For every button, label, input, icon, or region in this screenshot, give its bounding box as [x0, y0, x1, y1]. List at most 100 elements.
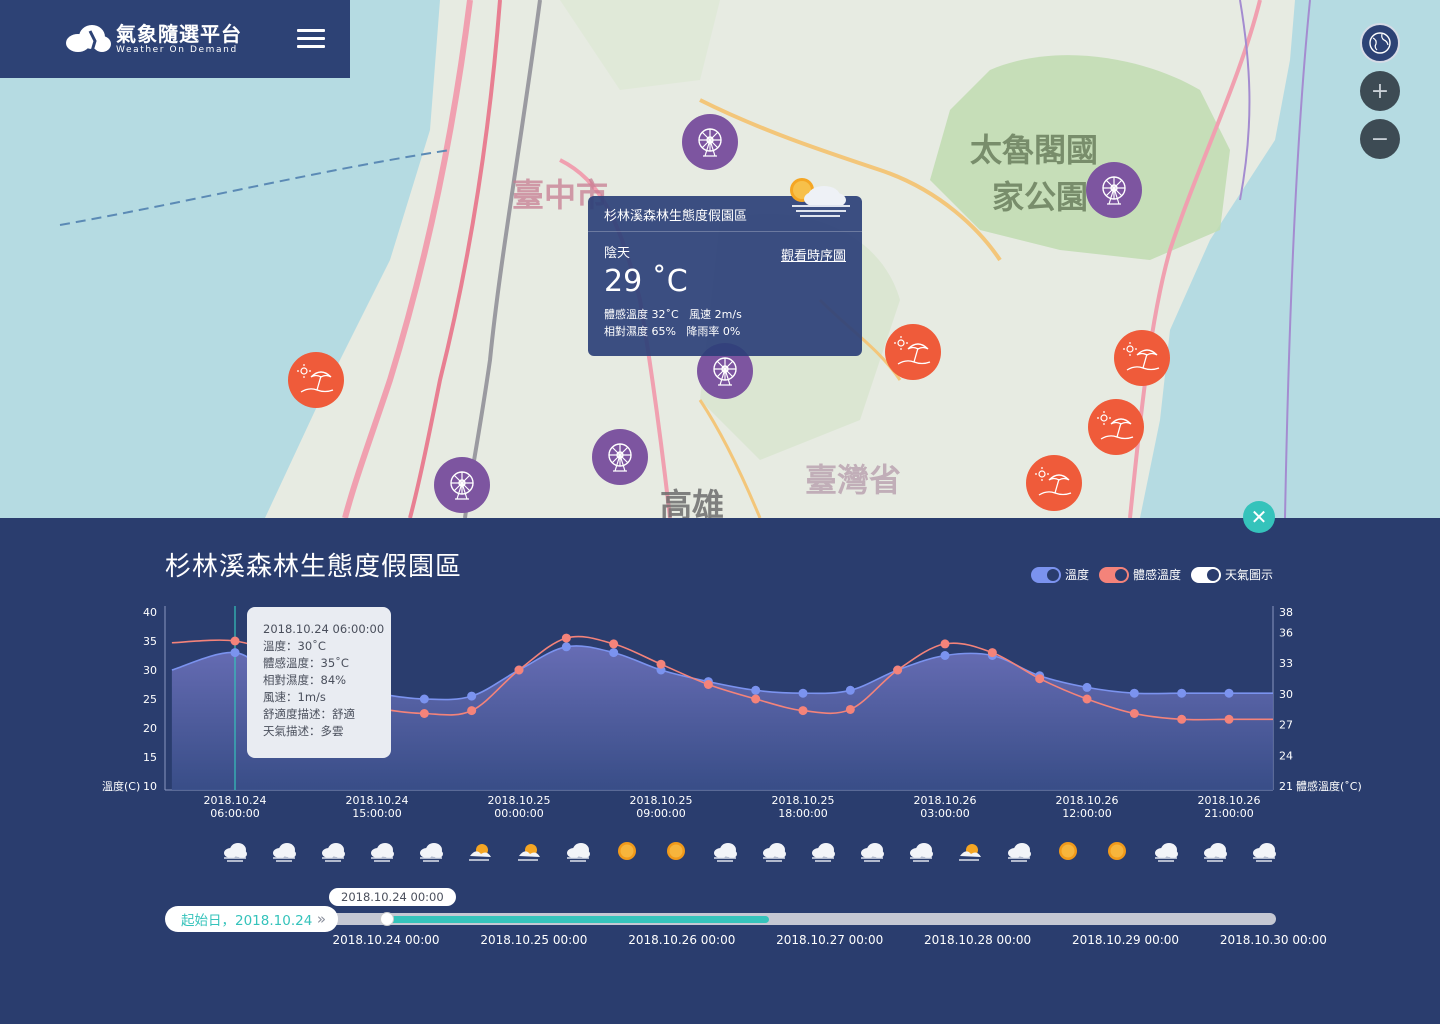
feel-temperature-point — [1129, 709, 1139, 718]
chart-tooltip: 2018.10.24 06:00:00 溫度：30˚C 體感溫度：35˚C 相對… — [247, 607, 391, 758]
sunny-icon — [1055, 840, 1081, 862]
temperature-point — [467, 691, 477, 701]
x-tick-label: 2018.10.25 — [772, 794, 835, 807]
beach-marker[interactable] — [1026, 455, 1082, 511]
partly-cloudy-icon — [790, 178, 850, 217]
timeline-tick-label: 2018.10.30 00:00 — [1219, 933, 1327, 947]
feel-temperature-point — [987, 648, 997, 658]
y-tick-label: 35 — [143, 635, 157, 648]
temperature-point — [1082, 682, 1092, 692]
y2-tick-label: 27 — [1279, 719, 1293, 732]
beach-marker[interactable] — [885, 324, 941, 380]
beach-marker[interactable] — [1114, 330, 1170, 386]
timeline-thumb[interactable] — [380, 912, 394, 926]
x-tick-label: 03:00:00 — [920, 807, 969, 820]
feel-temperature-point — [1035, 674, 1045, 684]
zoom-in-button[interactable]: + — [1360, 71, 1400, 111]
sunny-icon — [663, 840, 689, 862]
x-tick-label: 09:00:00 — [636, 807, 685, 820]
timeline-tick-label: 2018.10.29 00:00 — [1071, 933, 1180, 947]
hamburger-menu-icon[interactable] — [297, 26, 325, 52]
start-date-label: 起始日，2018.10.24 — [181, 913, 313, 929]
timeline-tick-label: 2018.10.25 00:00 — [480, 933, 588, 947]
park-marker[interactable] — [682, 114, 738, 170]
temperature-point — [1129, 688, 1139, 698]
tooltip-humidity: 相對濕度：84% — [263, 673, 347, 687]
feel-temperature-point — [230, 636, 240, 646]
partly-cloudy-icon — [467, 840, 493, 862]
feel-temperature-point — [751, 694, 761, 704]
x-tick-label: 2018.10.26 — [914, 794, 977, 807]
map-view[interactable]: 臺中市 太魯閣國 家公園 臺灣省 高雄 杉林溪森林生態度假園區 陰天 觀看時序圖… — [0, 0, 1440, 518]
view-timeseries-link[interactable]: 觀看時序圖 — [781, 245, 846, 264]
ferris-wheel-icon — [698, 128, 722, 157]
cloudy-icon — [1202, 840, 1228, 862]
beach-umbrella-icon — [894, 336, 931, 365]
cloudy-icon — [320, 840, 346, 862]
beach-umbrella-icon — [1035, 467, 1072, 496]
ferris-wheel-icon — [450, 471, 474, 500]
close-panel-button[interactable]: ✕ — [1243, 501, 1275, 533]
cloudy-icon — [1153, 840, 1179, 862]
feel-temperature-point — [419, 709, 429, 718]
partly-cloudy-icon — [516, 840, 542, 862]
beach-umbrella-icon — [1123, 342, 1160, 371]
sunny-icon — [1104, 840, 1130, 862]
map-label-park: 太魯閣國 — [970, 131, 1099, 169]
cloudy-icon — [712, 840, 738, 862]
sunny-icon — [614, 840, 640, 862]
tooltip-feel-temperature: 體感溫度：35˚C — [263, 656, 349, 670]
park-marker[interactable] — [592, 429, 648, 485]
timeline-tick-label: 2018.10.28 00:00 — [924, 933, 1032, 947]
y-tick-label: 20 — [143, 722, 157, 735]
feel-temperature-point — [1224, 714, 1234, 724]
park-marker[interactable] — [1086, 162, 1142, 218]
beach-umbrella-icon — [1097, 411, 1134, 440]
x-tick-label: 2018.10.24 — [346, 794, 409, 807]
x-tick-label: 00:00:00 — [494, 807, 543, 820]
brand-header: 氣象隨選平台 Weather On Demand — [0, 0, 350, 78]
popup-condition: 陰天 — [604, 246, 631, 261]
park-marker[interactable] — [434, 457, 490, 513]
cloudy-icon — [271, 840, 297, 862]
cloudy-icon — [810, 840, 836, 862]
cloudy-icon — [1006, 840, 1032, 862]
ferris-wheel-icon — [1102, 176, 1126, 205]
globe-icon[interactable] — [1360, 23, 1400, 63]
brand-subtitle: Weather On Demand — [116, 44, 238, 55]
cloudy-icon — [418, 840, 444, 862]
location-popup: 杉林溪森林生態度假園區 陰天 觀看時序圖 29 ˚C 體感溫度 32˚C 風速 … — [588, 178, 862, 356]
cloudy-icon — [369, 840, 395, 862]
y2-tick-label: 24 — [1279, 749, 1293, 762]
double-chevron-right-icon: » — [316, 910, 326, 928]
cloudy-icon — [761, 840, 787, 862]
weather-icon-row — [0, 836, 1440, 866]
y-tick-label: 15 — [143, 751, 157, 764]
temperature-point — [230, 648, 240, 658]
temperature-chart[interactable]: 10 15 20 25 30 35 40 溫度(C) 21 24 27 30 33 36 38 體感溫度(˚C… — [0, 518, 1440, 838]
feel-temperature-point — [893, 665, 903, 675]
beach-marker[interactable] — [288, 352, 344, 408]
feel-temperature-point — [845, 704, 855, 714]
feel-temperature-point — [1082, 694, 1092, 704]
y2-tick-label: 36 — [1279, 626, 1293, 639]
temperature-point — [798, 688, 808, 698]
temperature-point — [419, 694, 429, 704]
y2-tick-label: 21 — [1279, 780, 1293, 793]
zoom-out-button[interactable]: − — [1360, 119, 1400, 159]
y-tick-label: 40 — [143, 606, 157, 619]
ferris-wheel-icon — [713, 357, 737, 386]
feel-temperature-point — [1177, 714, 1187, 724]
x-tick-label: 21:00:00 — [1204, 807, 1253, 820]
map-label-city-2: 高雄 — [660, 486, 725, 518]
cloudy-icon — [565, 840, 591, 862]
start-date-button[interactable]: 起始日，2018.10.24 » — [165, 906, 338, 932]
feel-temperature-point — [940, 639, 950, 649]
beach-marker[interactable] — [1088, 399, 1144, 455]
x-tick-label: 12:00:00 — [1062, 807, 1111, 820]
x-tick-label: 15:00:00 — [352, 807, 401, 820]
feel-temperature-point — [561, 633, 571, 643]
tooltip-time: 2018.10.24 06:00:00 — [263, 622, 385, 636]
timeline-tick-label: 2018.10.26 00:00 — [628, 933, 736, 947]
x-tick-label: 2018.10.25 — [630, 794, 693, 807]
